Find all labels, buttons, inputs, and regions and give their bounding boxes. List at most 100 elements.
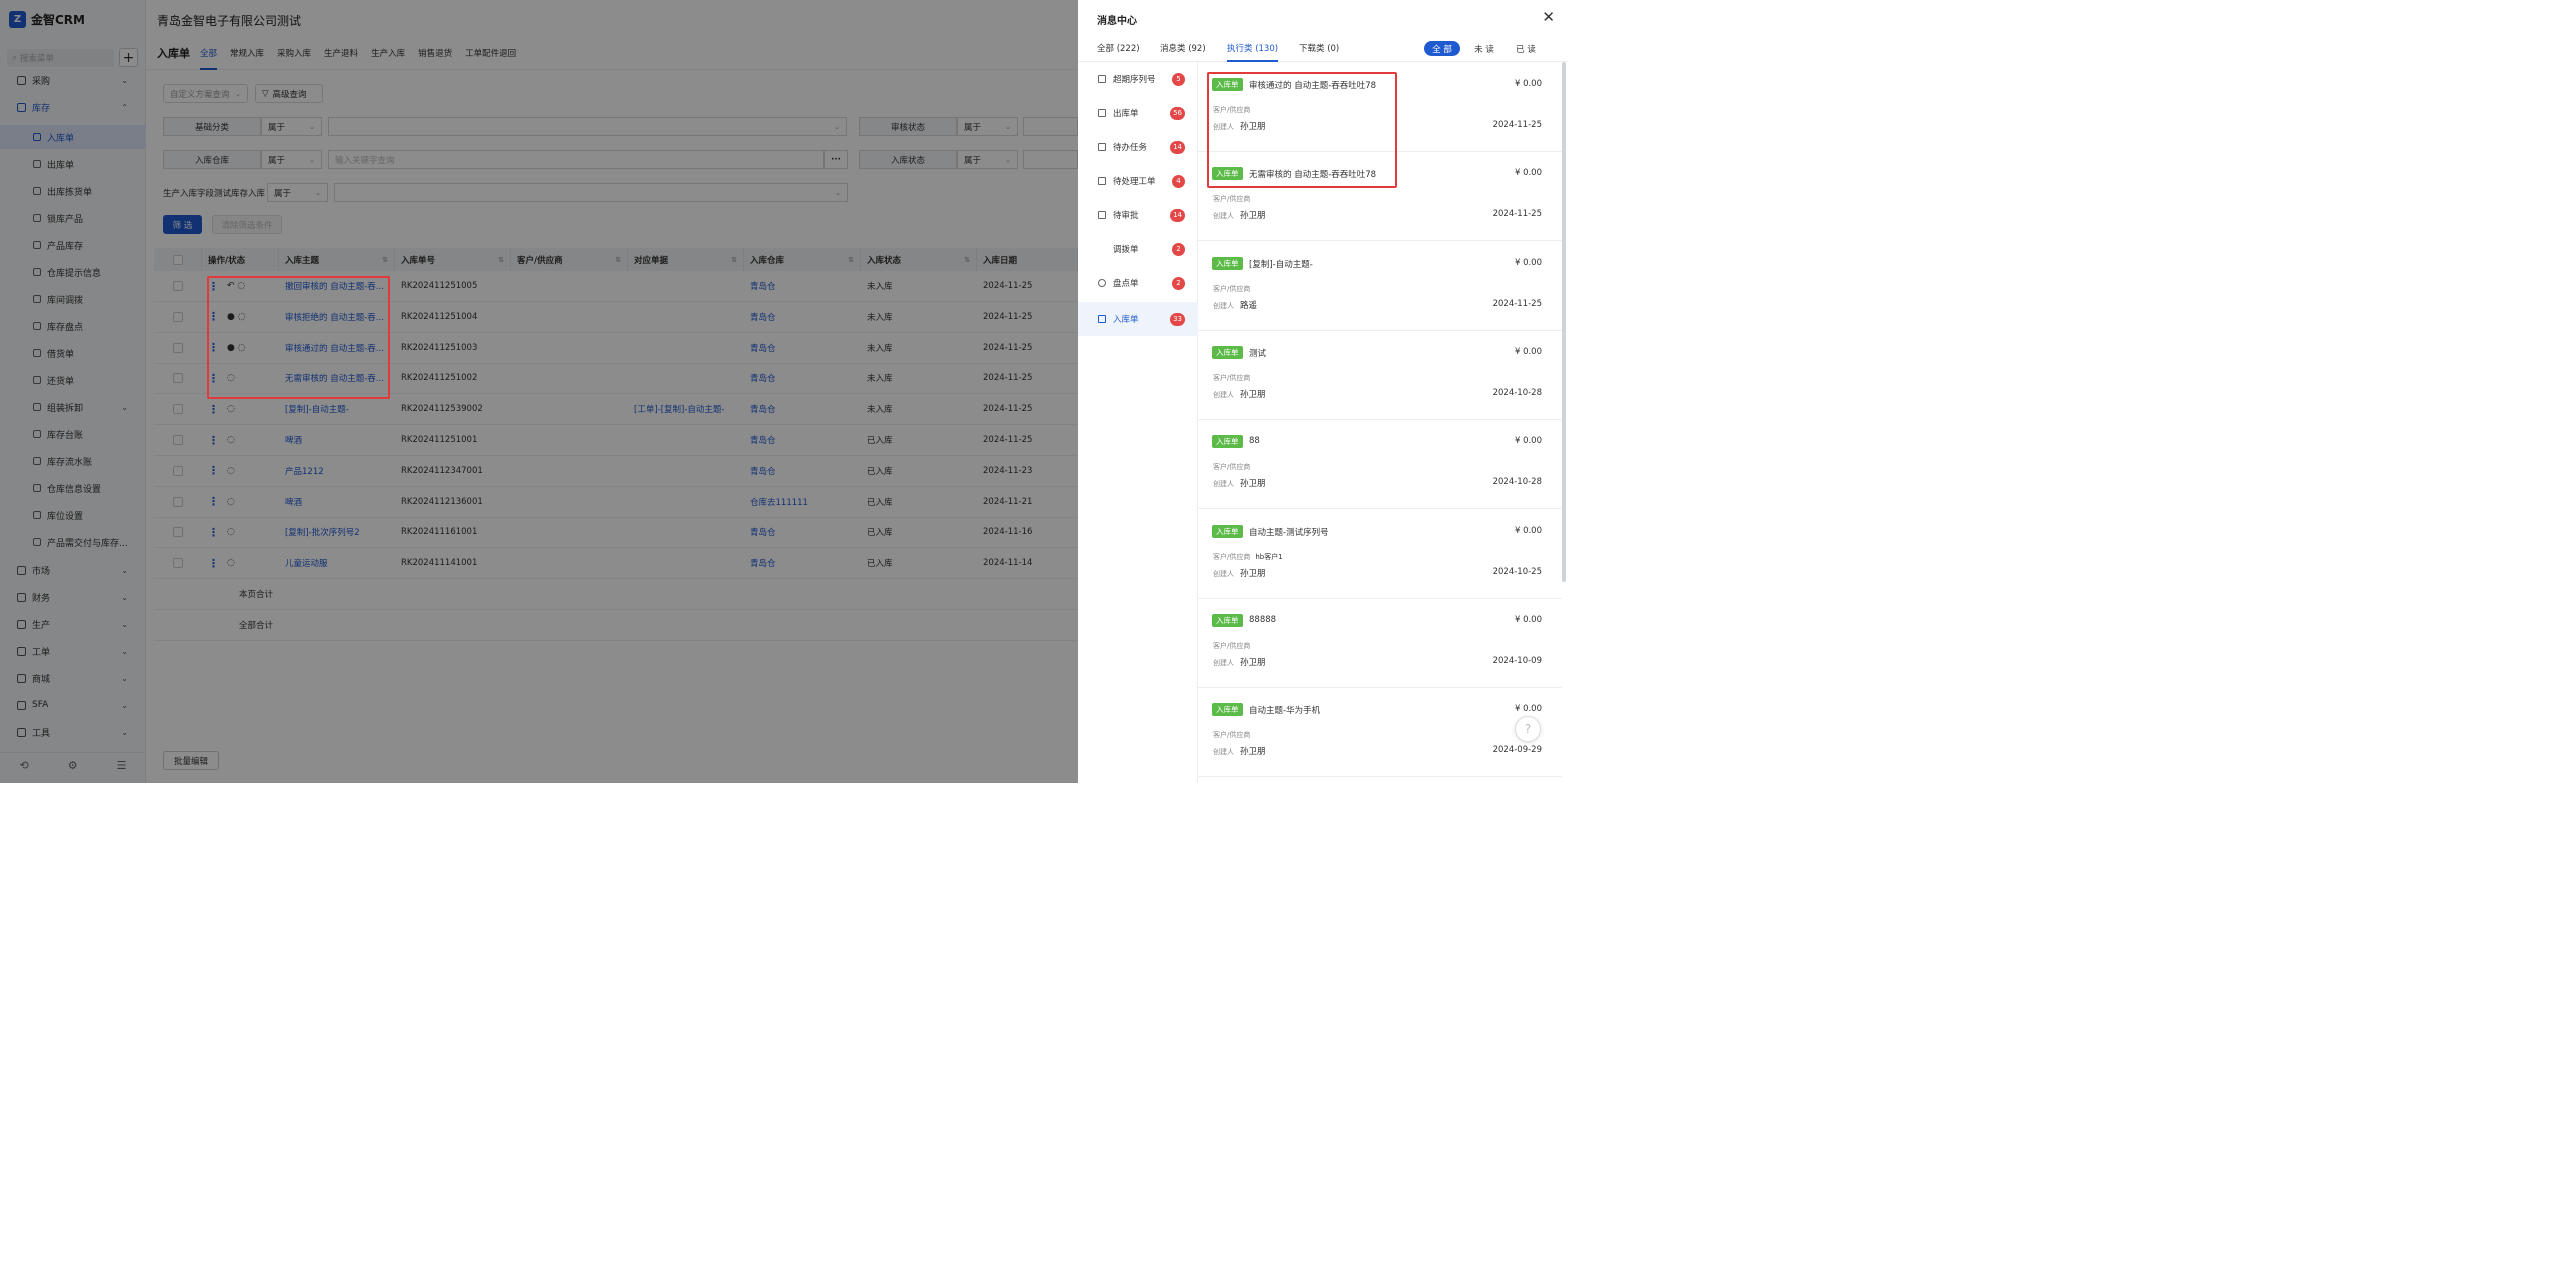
category-approval[interactable]: 待审批 14	[1078, 198, 1198, 232]
message-categories: 超期序列号 5 出库单 56 待办任务 14 待处理工单 4 待审批 14 调拨单 2 盘点…	[1078, 62, 1198, 783]
count-badge: 14	[1170, 140, 1185, 154]
category-inbound[interactable]: 入库单 33	[1078, 302, 1198, 336]
category-label: 待审批	[1113, 211, 1139, 221]
creator-label: 创建人	[1213, 748, 1234, 757]
category-pending-workorder[interactable]: 待处理工单 4	[1078, 164, 1198, 198]
creator-name: 孙卫朋	[1240, 747, 1266, 758]
category-label: 待办任务	[1113, 143, 1148, 153]
list-icon	[1098, 75, 1106, 83]
message-title: 88888	[1249, 614, 1277, 625]
category-transfer[interactable]: 调拨单 2	[1078, 232, 1198, 266]
category-label: 盘点单	[1113, 279, 1139, 289]
message-creator: 创建人 孙卫朋	[1213, 656, 1266, 668]
category-stocktake[interactable]: 盘点单 2	[1078, 266, 1198, 300]
help-button[interactable]: ?	[1515, 716, 1541, 742]
message-title: 测试	[1249, 348, 1267, 359]
message-type-tag: 入库单	[1212, 435, 1243, 449]
transfer-icon	[1098, 245, 1106, 253]
creator-label: 创建人	[1213, 480, 1234, 489]
message-creator: 创建人 孙卫朋	[1213, 477, 1266, 489]
message-creator: 创建人 路遥	[1213, 299, 1257, 311]
message-date: 2024-10-28	[1492, 387, 1542, 398]
category-label: 入库单	[1113, 315, 1139, 325]
message-type-tag: 入库单	[1212, 256, 1243, 270]
customer-label: 客户/供应商	[1213, 641, 1251, 650]
count-badge: 14	[1170, 208, 1185, 222]
message-card[interactable]: 入库单 88 ¥ 0.00 客户/供应商 创建人 孙卫朋 2024-10-28	[1198, 419, 1562, 510]
message-date: 2024-11-25	[1492, 120, 1542, 130]
creator-name: 孙卫朋	[1240, 211, 1266, 222]
message-date: 2024-11-25	[1492, 298, 1542, 309]
message-title: 88	[1249, 436, 1260, 447]
message-title: 自动主题-华为手机	[1249, 706, 1321, 717]
message-type-tag: 入库单	[1212, 613, 1243, 627]
message-amount: ¥ 0.00	[1514, 525, 1542, 536]
message-customer: 客户/供应商	[1213, 284, 1255, 294]
count-badge: 33	[1170, 312, 1185, 326]
category-label: 调拨单	[1113, 245, 1139, 255]
count-badge: 2	[1172, 276, 1185, 290]
filter-unread-button[interactable]: 未 读	[1468, 41, 1500, 56]
message-date: 2024-10-28	[1492, 477, 1542, 488]
message-type-tag: 入库单	[1212, 703, 1243, 717]
message-title: 自动主题-测试序列号	[1249, 527, 1329, 538]
message-card[interactable]: 入库单 测试 ¥ 0.00 客户/供应商创建人 孙卫朋 2024-10-28	[1198, 330, 1562, 420]
stocktake-icon	[1098, 279, 1106, 287]
creator-label: 创建人	[1213, 569, 1234, 578]
category-label: 出库单	[1113, 109, 1139, 119]
message-creator: 创建人 孙卫朋	[1213, 209, 1266, 221]
category-overdue-serial[interactable]: 超期序列号 5	[1078, 62, 1198, 96]
outbound-icon	[1098, 109, 1106, 117]
message-card[interactable]: 入库单 [复制]-自动主题- ¥ 0.00 客户/供应商 创建人 路遥 2024-11-25	[1198, 241, 1562, 331]
modal-backdrop[interactable]	[0, 0, 1078, 783]
user-icon	[1098, 211, 1106, 219]
tab-execution-messages[interactable]: 执行类 (130)	[1227, 42, 1279, 62]
message-amount: ¥ 0.00	[1514, 79, 1542, 89]
creator-label: 创建人	[1213, 212, 1234, 221]
message-customer: 客户/供应商	[1213, 730, 1255, 740]
message-creator: 创建人 孙卫朋	[1213, 388, 1266, 400]
message-date: 2024-09-29	[1492, 745, 1542, 756]
message-amount: ¥ 0.00	[1514, 257, 1542, 268]
category-todo[interactable]: 待办任务 14	[1078, 130, 1198, 164]
message-creator: 创建人 孙卫朋	[1213, 567, 1266, 579]
customer-label: 客户/供应商	[1213, 731, 1251, 740]
tab-notification-messages[interactable]: 消息类 (92)	[1160, 42, 1206, 54]
message-type-tag: 入库单	[1212, 345, 1243, 359]
message-customer: 客户/供应商	[1213, 462, 1255, 472]
message-date: 2024-10-09	[1492, 655, 1542, 666]
count-badge: 5	[1172, 72, 1185, 86]
close-icon[interactable]: ✕	[1542, 8, 1555, 26]
customer-label: 客户/供应商	[1213, 463, 1251, 472]
message-card[interactable]: 入库单 自动主题-华为手机 ¥ 0.00 客户/供应商 创建人 孙卫朋 2024-09-29	[1198, 687, 1562, 778]
creator-label: 创建人	[1213, 658, 1234, 667]
category-label: 待处理工单	[1113, 177, 1156, 187]
customer-label: 客户/供应商	[1213, 552, 1251, 561]
message-tabs: 全部 (222) 消息类 (92) 执行类 (130) 下载类 (0) 全 部 …	[1078, 36, 1568, 62]
message-customer: 客户/供应商	[1213, 373, 1255, 383]
creator-name: 孙卫朋	[1240, 568, 1266, 579]
tab-all-messages[interactable]: 全部 (222)	[1097, 42, 1140, 54]
message-type-tag: 入库单	[1212, 524, 1243, 538]
creator-label: 创建人	[1213, 390, 1234, 399]
count-badge: 2	[1172, 242, 1185, 256]
message-date: 2024-11-25	[1492, 209, 1542, 220]
creator-name: 路遥	[1240, 300, 1258, 311]
message-list-scrollbar[interactable]	[1562, 62, 1566, 582]
message-amount: ¥ 0.00	[1514, 168, 1542, 179]
count-badge: 4	[1172, 174, 1185, 188]
count-badge: 56	[1170, 106, 1185, 120]
task-icon	[1098, 143, 1106, 151]
highlight-box	[1207, 72, 1397, 188]
message-amount: ¥ 0.00	[1514, 614, 1542, 625]
message-customer: 客户/供应商	[1213, 194, 1255, 204]
tab-download-messages[interactable]: 下载类 (0)	[1299, 42, 1339, 54]
message-card[interactable]: 入库单 88888 ¥ 0.00 客户/供应商创建人 孙卫朋 2024-10-09	[1198, 598, 1562, 688]
highlight-box	[207, 276, 390, 399]
message-card[interactable]: 入库单 自动主题-测试序列号 ¥ 0.00 客户/供应商 hb客户1 创建人 孙卫朋 2024…	[1198, 509, 1562, 599]
category-outbound[interactable]: 出库单 56	[1078, 96, 1198, 130]
customer-label: 客户/供应商	[1213, 373, 1251, 382]
filter-all-button[interactable]: 全 部	[1424, 41, 1460, 56]
filter-read-button[interactable]: 已 读	[1510, 41, 1542, 56]
message-amount: ¥ 0.00	[1514, 346, 1542, 357]
